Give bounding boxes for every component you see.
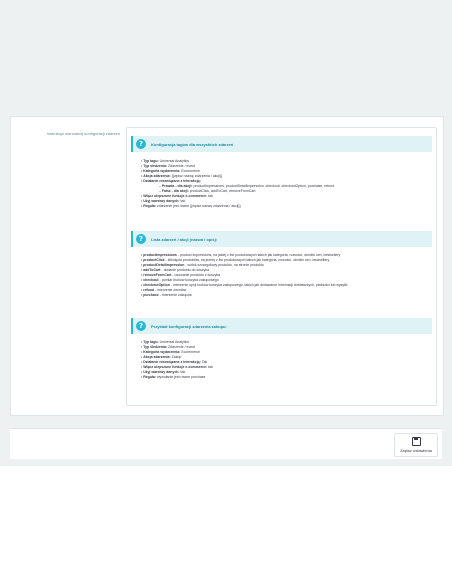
list-item-key: checkoutOption bbox=[143, 283, 170, 287]
purchase-example-list: Typ tagu: Universal AnalyticsTyp śledzen… bbox=[141, 340, 426, 380]
list-item-key: Reguła: bbox=[143, 204, 157, 208]
list-item-value: - product impressions, na jakiej z list … bbox=[176, 253, 341, 257]
list-item-value: zdarzenie jest równe {{wpisz nazwę zdarz… bbox=[156, 204, 241, 208]
list-item-value: - mierzenie zwrotów bbox=[154, 288, 187, 292]
list-item-value: - mierzenie zakupów bbox=[158, 293, 192, 297]
list-item-value: - usuwanie produktu z koszyka bbox=[171, 273, 221, 277]
list-item-value: - mierzenie opcji kroków koszyka zakupow… bbox=[169, 283, 348, 287]
list-item-value: - widok szczegółowy produktu, na stronie… bbox=[184, 263, 264, 267]
list-item-key: Użyj warstwy danych: bbox=[143, 370, 180, 374]
list-item-value: - kliknięcia produktów, na jednej z list… bbox=[164, 258, 330, 262]
list-item-value: Universal Analytics bbox=[158, 159, 190, 163]
list-item-key: checkout bbox=[143, 278, 159, 282]
list-item-value: Zdarzenie / event bbox=[167, 345, 196, 349]
floppy-disk-icon bbox=[411, 437, 421, 446]
list-item-key: purchase bbox=[143, 293, 159, 297]
list-item-value: Ecommerce bbox=[180, 169, 201, 173]
list-item-key: Typ śledzenia: bbox=[143, 164, 168, 168]
list-item-value: productImpressions, productDetailImpress… bbox=[192, 184, 335, 188]
list-item-value: - dodanie produktu do koszyka bbox=[160, 268, 210, 272]
panel-footer: Zapisz ustawienia bbox=[10, 428, 442, 459]
list-item-key: Typ tagu: bbox=[143, 340, 159, 344]
list-item-key: productImpressions bbox=[143, 253, 177, 257]
event-list: productImpressions - product impressions… bbox=[141, 253, 426, 298]
field-label: Instrukcja manualnej konfiguracji zdarze… bbox=[46, 131, 120, 136]
list-item-key: Kategoria wydarzenia: bbox=[143, 350, 181, 354]
list-item-key: addToCart bbox=[143, 268, 161, 272]
list-item-value: Zakup bbox=[170, 355, 182, 359]
list-item-key: refund bbox=[143, 288, 155, 292]
list-item-key: Włącz ulepszone funkcje e-commerce: bbox=[143, 365, 208, 369]
list-item-value: Universal Analytics bbox=[158, 340, 190, 344]
list-item-key: Kategoria wydarzenia: bbox=[143, 169, 181, 173]
list-item: Reguła: zdarzenie jest równe {{wpisz naz… bbox=[141, 204, 426, 209]
tag-config-list: Typ tagu: Universal AnalyticsTyp śledzen… bbox=[141, 159, 426, 209]
help-heading-tags: ? Konfiguracja tagów dla wszystkich zdar… bbox=[131, 136, 432, 152]
question-icon: ? bbox=[136, 321, 146, 331]
help-heading-title: Przykład konfiguracji zdarzenia zakupu: bbox=[151, 323, 227, 329]
list-item-key: Reguła: bbox=[143, 375, 157, 379]
question-icon: ? bbox=[136, 139, 146, 149]
list-item-value: Tak bbox=[200, 360, 208, 364]
list-item-key: productDetailImpression bbox=[143, 263, 185, 267]
question-icon: ? bbox=[136, 234, 146, 244]
help-heading-title: Konfiguracja tagów dla wszystkich zdarze… bbox=[151, 141, 234, 147]
list-item-key: Fałsz - dla akcji: bbox=[161, 189, 189, 193]
help-heading-events: ? Lista zdarzeń / akcji (nazwa i opis): bbox=[131, 231, 432, 247]
save-button[interactable]: Zapisz ustawienia bbox=[394, 433, 438, 457]
list-item-key: Akcja zdarzenia: bbox=[143, 355, 171, 359]
list-item: Reguła: wywołanie jest równe purchase bbox=[141, 375, 426, 380]
list-item-key: Typ śledzenia: bbox=[143, 345, 168, 349]
list-item-value: tak bbox=[207, 194, 213, 198]
list-item-value: productClick, addToCart, removeFromCart bbox=[188, 189, 256, 193]
list-item-value: - pomiar kroków koszyka zakupowego bbox=[158, 278, 219, 282]
list-item-key: Działanie niezwiązane z interakcją: bbox=[143, 360, 201, 364]
list-item-value: tak bbox=[207, 365, 213, 369]
list-item-key: Typ tagu: bbox=[143, 159, 159, 163]
list-item-value: wywołanie jest równe purchase bbox=[156, 375, 206, 379]
save-button-label: Zapisz ustawienia bbox=[400, 448, 432, 453]
list-item-value: tak bbox=[179, 199, 186, 203]
list-item-value: Ecommerce bbox=[180, 350, 201, 354]
list-item-value: {{wpisz nazwę zdarzenia / akcji}} bbox=[170, 174, 223, 178]
list-item-key: removeFromCart bbox=[143, 273, 172, 277]
list-item-key: Prawda - dla akcji: bbox=[161, 184, 193, 188]
help-heading-title: Lista zdarzeń / akcji (nazwa i opis): bbox=[151, 236, 218, 242]
list-item-value: Zdarzenie / event bbox=[167, 164, 196, 168]
list-item-value: tak bbox=[179, 370, 186, 374]
list-item-key: Włącz ulepszone funkcje e-commerce: bbox=[143, 194, 208, 198]
list-item-key: productClick bbox=[143, 258, 165, 262]
help-heading-example: ? Przykład konfiguracji zdarzenia zakupu… bbox=[131, 318, 432, 334]
list-item-key: Akcja zdarzenia: bbox=[143, 174, 171, 178]
list-item-key: Działanie niezwiązane z interakcją: bbox=[143, 179, 201, 183]
list-item: purchase - mierzenie zakupów bbox=[141, 293, 426, 298]
help-box: ? Konfiguracja tagów dla wszystkich zdar… bbox=[126, 127, 437, 406]
list-item-key: Użyj warstwy danych: bbox=[143, 199, 180, 203]
